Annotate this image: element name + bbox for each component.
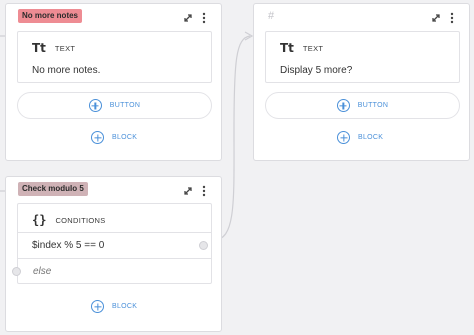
card-title-placeholder[interactable]: # [268, 10, 274, 22]
plus-circle-icon [91, 131, 104, 144]
card-title-tag[interactable]: No more notes [18, 9, 83, 23]
condition-expression[interactable]: $index % 5 == 0 [32, 240, 104, 251]
text-icon: Tt [280, 41, 294, 55]
conditions-step[interactable]: {} CONDITIONS $index % 5 == 0 else [12, 203, 212, 285]
expand-icon[interactable] [182, 185, 194, 197]
plus-circle-icon [91, 300, 104, 313]
add-button-label: BUTTON [357, 102, 389, 109]
more-vertical-icon[interactable] [449, 12, 455, 24]
add-button[interactable]: BUTTON [265, 92, 460, 119]
plus-circle-icon [337, 131, 350, 144]
condition-output-port[interactable] [199, 241, 208, 250]
step-type-label: CONDITIONS [55, 215, 106, 225]
expand-icon[interactable] [182, 12, 194, 24]
add-button[interactable]: BUTTON [17, 92, 212, 119]
else-label: else [33, 266, 52, 277]
text-content[interactable]: No more notes. [32, 65, 100, 76]
plus-circle-icon [88, 99, 102, 112]
add-block-button[interactable]: BLOCK [337, 131, 383, 144]
else-output-port[interactable] [12, 267, 21, 276]
more-vertical-icon[interactable] [201, 185, 207, 197]
add-block-label: BLOCK [112, 134, 138, 141]
card-unnamed[interactable]: # Tt TEXT Display 5 more? BUTTON BLOCK [253, 3, 470, 161]
plus-circle-icon [336, 99, 350, 112]
text-icon: Tt [32, 41, 46, 55]
add-button-label: BUTTON [109, 102, 141, 109]
text-step[interactable]: Tt TEXT No more notes. [17, 31, 212, 83]
card-title-tag[interactable]: Check modulo 5 [18, 182, 88, 196]
add-block-label: BLOCK [358, 134, 384, 141]
add-block-button[interactable]: BLOCK [91, 131, 137, 144]
condition-row[interactable]: $index % 5 == 0 [18, 232, 211, 259]
add-block-label: BLOCK [112, 303, 138, 310]
text-step[interactable]: Tt TEXT Display 5 more? [265, 31, 460, 83]
step-type-label: TEXT [302, 43, 324, 53]
braces-icon: {} [32, 213, 47, 227]
add-block-button[interactable]: BLOCK [91, 300, 137, 313]
text-content[interactable]: Display 5 more? [280, 65, 352, 76]
card-check-modulo[interactable]: Check modulo 5 {} CONDITIONS $index % 5 … [5, 176, 222, 332]
else-row[interactable]: else [12, 258, 211, 285]
expand-icon[interactable] [430, 12, 442, 24]
card-no-more-notes[interactable]: No more notes Tt TEXT No more notes. BUT… [5, 3, 222, 161]
step-type-label: TEXT [54, 43, 76, 53]
more-vertical-icon[interactable] [201, 12, 207, 24]
